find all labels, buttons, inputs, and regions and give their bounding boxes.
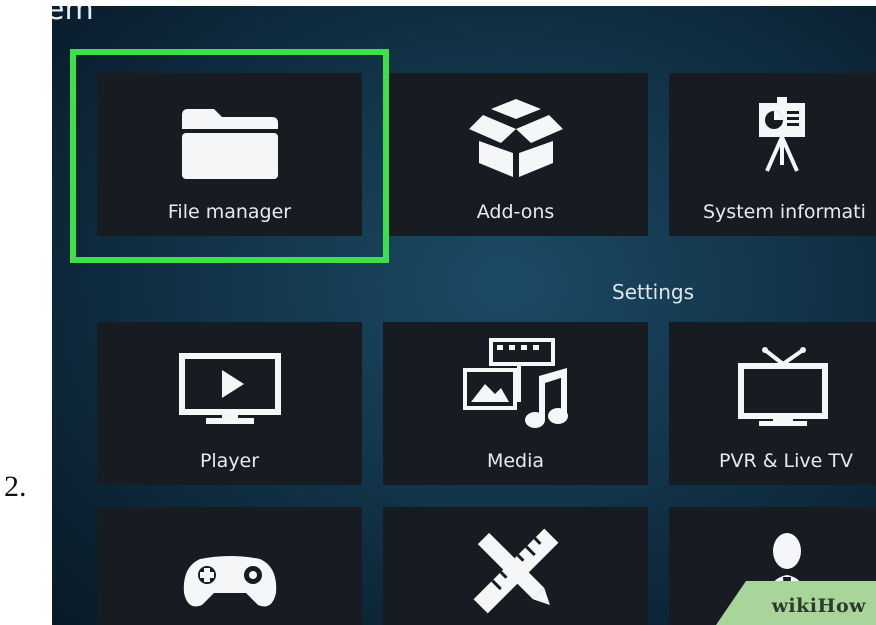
gamepad-icon bbox=[97, 553, 362, 613]
monitor-play-icon bbox=[97, 352, 362, 428]
tile-media[interactable]: Media bbox=[383, 322, 648, 485]
tile-player[interactable]: Player bbox=[97, 322, 362, 485]
presentation-easel-icon bbox=[669, 95, 876, 175]
tile-games[interactable] bbox=[97, 507, 362, 625]
tile-label: Player bbox=[199, 450, 260, 472]
tv-antenna-icon bbox=[669, 344, 876, 428]
tile-add-ons[interactable]: Add-ons bbox=[383, 73, 648, 236]
open-box-icon bbox=[383, 93, 648, 179]
tile-pvr-live-tv[interactable]: PVR & Live TV bbox=[669, 322, 876, 485]
settings-heading: Settings bbox=[612, 280, 695, 304]
ruler-pencil-icon bbox=[383, 521, 648, 617]
page-title: em bbox=[52, 6, 94, 27]
tile-label: Add-ons bbox=[476, 201, 555, 223]
wikihow-watermark: wikiHow bbox=[716, 581, 876, 625]
watermark-text: wikiHow bbox=[771, 595, 866, 617]
file-manager-highlight bbox=[70, 49, 389, 263]
tile-label: Media bbox=[486, 450, 545, 472]
tile-interface[interactable] bbox=[383, 507, 648, 625]
step-number: 2. bbox=[4, 470, 27, 503]
tile-label: PVR & Live TV bbox=[719, 450, 853, 472]
tile-system-information[interactable]: System informati bbox=[669, 73, 876, 236]
media-film-music-icon bbox=[383, 336, 648, 432]
kodi-system-screen: em File manager Add-ons System informati… bbox=[52, 6, 876, 625]
tile-label: System informati bbox=[703, 201, 866, 223]
